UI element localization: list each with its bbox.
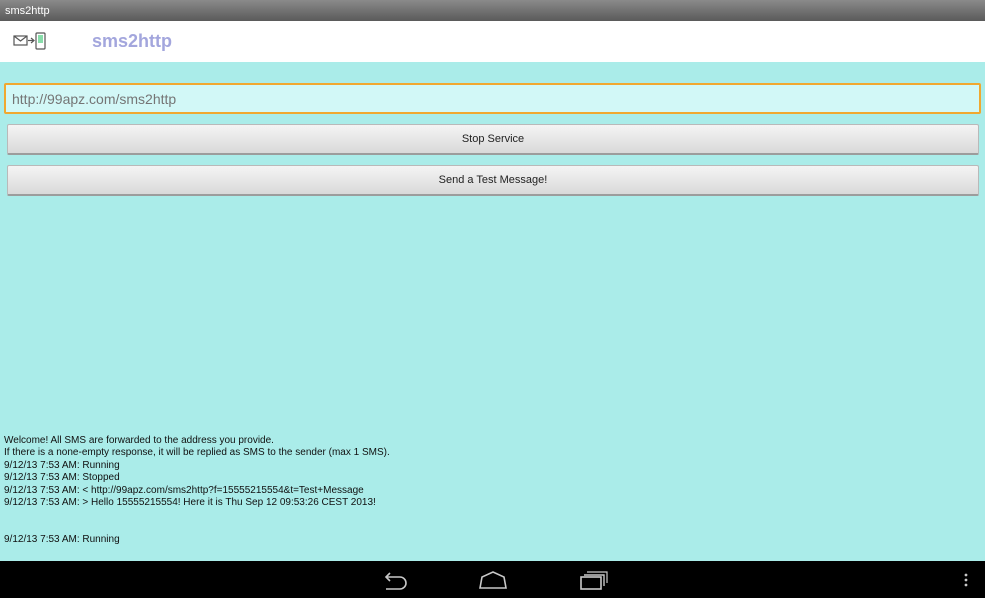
log-output: Welcome! All SMS are forwarded to the ad… [4,435,974,547]
back-icon[interactable] [378,569,410,591]
system-nav-bar [0,561,985,598]
app-header: sms2http [0,21,985,62]
sms-forward-icon [13,32,46,50]
recent-apps-icon[interactable] [575,569,609,591]
welcome-text: Welcome! All SMS are forwarded to the ad… [4,435,274,446]
app-title: sms2http [92,31,173,51]
stop-service-button[interactable]: Stop Service [7,124,979,155]
overflow-menu-icon[interactable] [958,569,974,591]
log-entry: 9/12/13 7:53 AM: Running [4,534,120,546]
url-input[interactable] [4,83,981,114]
home-icon[interactable] [476,569,510,591]
log-entry: 9/12/13 7:53 AM: > Hello 15555215554! He… [4,496,376,508]
window-title-bar: sms2http [0,0,985,21]
log-entry: 9/12/13 7:53 AM: Running [4,459,120,471]
window-title: sms2http [5,5,50,17]
log-spacer [4,509,974,534]
log-entry: 9/12/13 7:53 AM: < http://99apz.com/sms2… [4,484,364,496]
send-test-message-button[interactable]: Send a Test Message! [7,165,979,196]
log-entry: 9/12/13 7:53 AM: Stopped [4,472,120,484]
welcome-text: If there is a none-empty response, it wi… [4,447,390,459]
